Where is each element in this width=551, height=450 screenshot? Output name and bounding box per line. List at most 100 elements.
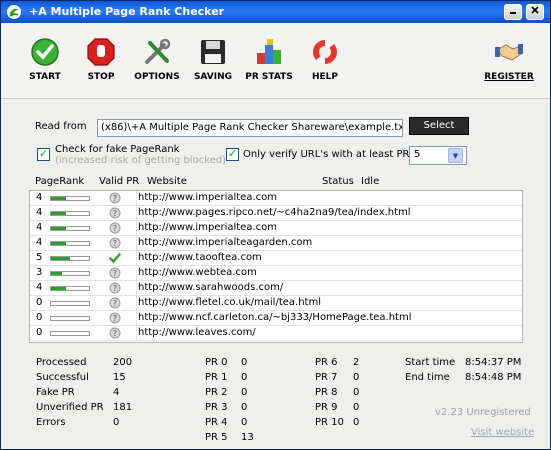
table-row[interactable]: 3? http://www.webtea.com bbox=[30, 266, 522, 281]
pr-count-value: 0 bbox=[353, 402, 360, 413]
pr-count-value: 0 bbox=[353, 387, 360, 398]
saving-button[interactable]: SAVING bbox=[183, 37, 243, 82]
start-button[interactable]: START bbox=[15, 37, 75, 82]
column-divider bbox=[136, 326, 137, 341]
column-divider bbox=[136, 311, 137, 326]
svg-text:?: ? bbox=[113, 314, 117, 323]
pr-count-label: PR 0 bbox=[205, 357, 228, 368]
unverified-label: Unverified PR bbox=[36, 402, 104, 413]
help-button[interactable]: HELP bbox=[295, 37, 355, 82]
pagerank-value: 0 bbox=[36, 297, 43, 308]
pagerank-bar bbox=[50, 331, 90, 336]
column-divider bbox=[136, 206, 137, 221]
pagerank-bar bbox=[50, 301, 90, 306]
lifebuoy-icon bbox=[313, 39, 337, 65]
visit-website-link[interactable]: Visit website bbox=[471, 427, 534, 438]
errors-value: 0 bbox=[113, 417, 120, 428]
table-row[interactable]: 4? http://www.imperialtea.com bbox=[30, 221, 522, 236]
results-table[interactable]: 4? http://www.imperialtea.com 4? http://www… bbox=[29, 190, 523, 343]
svg-text:?: ? bbox=[113, 329, 117, 338]
table-row[interactable]: 4? http://www.sarahwoods.com/ bbox=[30, 281, 522, 296]
pagerank-value: 5 bbox=[36, 252, 43, 263]
pr-count-label: PR 8 bbox=[315, 387, 338, 398]
fake-pr-checkbox[interactable] bbox=[37, 147, 50, 161]
table-row[interactable]: 4? http://www.imperialtea.com bbox=[30, 191, 522, 206]
close-button[interactable] bbox=[526, 4, 544, 20]
pagerank-bar bbox=[50, 226, 90, 231]
pagerank-bar bbox=[50, 256, 90, 261]
pr-count-value: 0 bbox=[241, 372, 248, 383]
pagerank-bar bbox=[50, 271, 90, 276]
table-row[interactable]: 0? http://www.leaves.com/ bbox=[30, 326, 522, 341]
pagerank-value: 4 bbox=[36, 222, 43, 233]
stop-hand-icon bbox=[87, 38, 115, 66]
select-file-button[interactable]: Select bbox=[409, 117, 469, 135]
unknown-status-icon: ? bbox=[109, 282, 121, 294]
minimize-icon bbox=[510, 12, 516, 14]
svg-text:?: ? bbox=[113, 239, 117, 248]
valid-check-icon bbox=[109, 253, 121, 264]
col-header-website[interactable]: Website bbox=[147, 176, 187, 187]
tools-icon bbox=[145, 38, 171, 64]
svg-text:?: ? bbox=[113, 269, 117, 278]
table-row[interactable]: 0? http://www.ncf.carleton.ca/~bj333/Home… bbox=[30, 311, 522, 326]
pr-count-label: PR 2 bbox=[205, 387, 228, 398]
verify-pr-checkbox[interactable] bbox=[226, 147, 239, 161]
register-button[interactable]: REGISTER bbox=[479, 37, 539, 82]
status-idle: Idle bbox=[361, 176, 380, 187]
website-url: http://www.ncf.carleton.ca/~bj333/HomePa… bbox=[138, 312, 412, 323]
pr-count-value: 2 bbox=[353, 357, 360, 368]
website-url: http://www.imperialtea.com bbox=[138, 222, 277, 233]
table-row[interactable]: 0? http://www.fletel.co.uk/mail/tea.html bbox=[30, 296, 522, 311]
pagerank-value: 0 bbox=[36, 327, 43, 338]
table-row[interactable]: 4? http://www.imperialteagarden.com bbox=[30, 236, 522, 251]
col-header-valid-pr[interactable]: Valid PR bbox=[99, 176, 139, 187]
options-button[interactable]: OPTIONS bbox=[127, 37, 187, 82]
stats-blocks-icon bbox=[257, 39, 281, 64]
pr-count-value: 0 bbox=[353, 417, 360, 428]
start-label: START bbox=[29, 72, 61, 82]
table-row[interactable]: 5 http://www.taooftea.com bbox=[30, 251, 522, 266]
unknown-status-icon: ? bbox=[109, 207, 121, 219]
window-title: +A Multiple Page Rank Checker bbox=[29, 5, 225, 18]
column-divider bbox=[136, 221, 137, 236]
svg-text:?: ? bbox=[113, 224, 117, 233]
pr-count-label: PR 5 bbox=[205, 432, 228, 443]
pr-count-value: 0 bbox=[241, 417, 248, 428]
stop-button[interactable]: STOP bbox=[71, 37, 131, 82]
column-divider bbox=[136, 266, 137, 281]
version-label: v2.23 Unregistered bbox=[435, 407, 531, 418]
col-header-status: Status bbox=[322, 176, 354, 187]
read-from-input[interactable]: (x86)\+A Multiple Page Rank Checker Shar… bbox=[97, 119, 403, 137]
start-time-label: Start time bbox=[405, 357, 456, 368]
successful-label: Successful bbox=[36, 372, 89, 383]
min-pr-dropdown[interactable]: 5 ▼ bbox=[409, 146, 467, 165]
end-time-value: 8:54:48 PM bbox=[465, 372, 522, 383]
table-row[interactable]: 4? http://www.pages.ripco.net/~c4ha2na9/t… bbox=[30, 206, 522, 221]
options-label: OPTIONS bbox=[134, 72, 180, 82]
column-divider bbox=[136, 191, 137, 206]
pr-count-label: PR 6 bbox=[315, 357, 338, 368]
pagerank-value: 4 bbox=[36, 237, 43, 248]
pr-stats-button[interactable]: PR STATS bbox=[239, 37, 299, 82]
app-logo-icon bbox=[7, 5, 21, 19]
fake-pr-count-value: 4 bbox=[113, 387, 120, 398]
processed-label: Processed bbox=[36, 357, 87, 368]
pr-count-label: PR 10 bbox=[315, 417, 344, 428]
minimize-button[interactable] bbox=[504, 4, 522, 20]
pagerank-bar bbox=[50, 286, 90, 291]
pr-count-value: 0 bbox=[241, 402, 248, 413]
pagerank-value: 4 bbox=[36, 192, 43, 203]
pagerank-bar-fill bbox=[51, 197, 67, 200]
website-url: http://www.pages.ripco.net/~c4ha2na9/tea… bbox=[138, 207, 411, 218]
col-header-pagerank[interactable]: PageRank bbox=[35, 176, 84, 187]
fake-pr-hint: (increased risk of getting blocked) bbox=[55, 155, 227, 166]
unknown-status-icon: ? bbox=[109, 192, 121, 204]
close-icon bbox=[531, 6, 539, 14]
website-url: http://www.imperialtea.com bbox=[138, 192, 277, 203]
main-panel: Read from (x86)\+A Multiple Page Rank Ch… bbox=[1, 100, 550, 449]
toolbar: START STOP OPTIONS SAVING PR STATS HELP … bbox=[1, 23, 550, 99]
processed-value: 200 bbox=[113, 357, 133, 368]
verify-pr-label: Only verify URL's with at least PR bbox=[243, 149, 410, 160]
column-divider bbox=[136, 281, 137, 296]
